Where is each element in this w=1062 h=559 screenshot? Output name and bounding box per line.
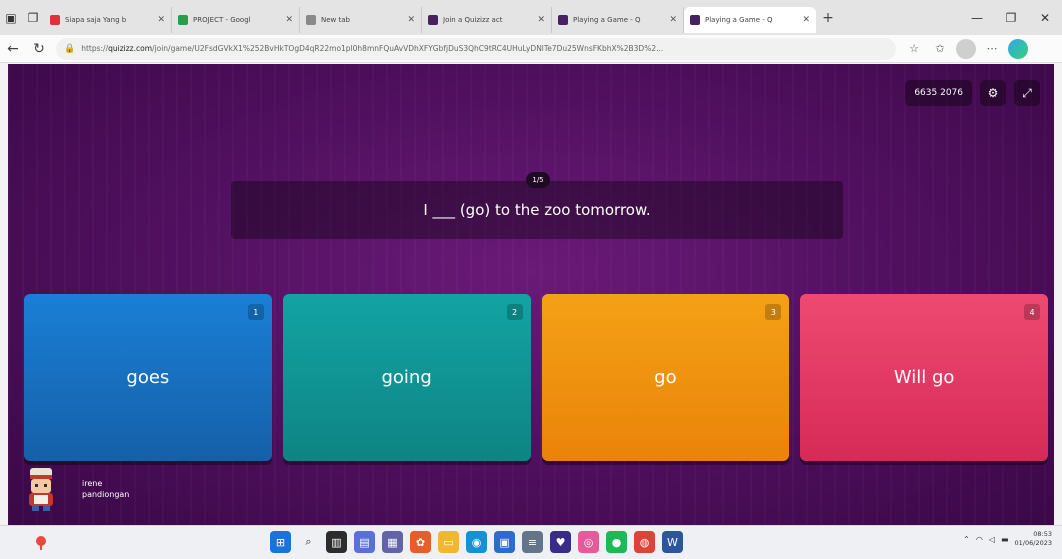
- refresh-icon[interactable]: ↻: [26, 41, 52, 57]
- widgets-icon[interactable]: [30, 532, 52, 554]
- player-last-name: pandiongan: [82, 490, 130, 499]
- answer-option-2[interactable]: 2 going: [282, 294, 531, 461]
- quiz-game-area: 6635 2076 ⚙ ⤢ I ___ (go) to the zoo tomo…: [8, 64, 1054, 525]
- question-box: I ___ (go) to the zoo tomorrow.: [231, 181, 843, 239]
- quizizz-favicon-icon: [428, 14, 438, 25]
- quizizz-favicon-icon: [558, 14, 568, 25]
- answer-number: 1: [247, 304, 264, 320]
- battery-icon[interactable]: ▬: [1001, 535, 1009, 544]
- fullscreen-icon[interactable]: ⤢: [1014, 80, 1040, 106]
- player-first-name: irene: [82, 479, 103, 488]
- photos-icon[interactable]: ✿: [410, 531, 431, 553]
- address-bar: ← ↻ 🔒 https:// quizizz.com /join/game/U2…: [0, 35, 1062, 63]
- clock-time: 08:53: [1033, 530, 1052, 538]
- wifi-icon[interactable]: ◠: [976, 535, 983, 544]
- url-field[interactable]: 🔒 https:// quizizz.com /join/game/U2FsdG…: [56, 37, 896, 60]
- player-avatar: [29, 468, 53, 511]
- profile-icon[interactable]: [956, 38, 976, 59]
- answer-options: 1 goes 2 going 3 go 4 Will go: [24, 294, 1048, 461]
- player-name: irene pandiongan: [82, 478, 129, 500]
- clock[interactable]: 08:53 01/06/2023: [1015, 530, 1052, 548]
- answer-option-3[interactable]: 3 go: [541, 294, 790, 461]
- answer-number: 3: [765, 304, 782, 320]
- game-top-controls: 6635 2076 ⚙ ⤢: [905, 80, 1040, 106]
- star-icon[interactable]: ☆: [904, 39, 924, 59]
- tab-project[interactable]: PROJECT - Googl ✕: [172, 6, 300, 33]
- store-icon[interactable]: ▣: [494, 531, 515, 553]
- tab-youtube[interactable]: Siapa saja Yang b ✕: [44, 6, 172, 33]
- settings-icon[interactable]: ⚙: [980, 80, 1006, 106]
- tab-join-quizizz[interactable]: Join a Quizizz act ✕: [422, 6, 552, 33]
- quizizz-favicon-icon: [690, 14, 700, 25]
- teams-icon[interactable]: ▦: [382, 531, 403, 553]
- volume-icon[interactable]: ◁: [989, 535, 995, 544]
- url-prefix: https://: [81, 44, 109, 53]
- youtube-favicon-icon: [50, 14, 60, 25]
- windows-taskbar: ⊞ ⌕ ▥ ▤ ▦ ✿ ▭ ◉ ▣ ≡ ♥ ◎ ● ◍ W ⌃ ◠ ◁ ▬ 08…: [0, 525, 1062, 559]
- close-tab-icon[interactable]: ✕: [802, 15, 810, 25]
- answer-option-1[interactable]: 1 goes: [24, 294, 272, 461]
- edge-taskbar-icon[interactable]: ◉: [466, 531, 487, 553]
- new-tab-favicon-icon: [306, 14, 316, 25]
- tab-new-tab[interactable]: New tab ✕: [300, 6, 422, 33]
- search-icon[interactable]: ⌕: [298, 531, 319, 553]
- minimize-icon[interactable]: —: [960, 0, 994, 35]
- close-tab-icon[interactable]: ✕: [407, 15, 415, 25]
- windows-start-icon[interactable]: ⊞: [270, 531, 291, 553]
- skype-icon[interactable]: ◎: [578, 531, 599, 553]
- file-explorer-icon[interactable]: ▭: [438, 531, 459, 553]
- url-host: quizizz.com: [108, 44, 153, 53]
- close-tab-icon[interactable]: ✕: [537, 15, 545, 25]
- settings-app-icon[interactable]: ≡: [522, 531, 543, 553]
- browser-tab-strip: ▣ ❐ Siapa saja Yang b ✕ PROJECT - Googl …: [0, 0, 1062, 35]
- answer-text: go: [654, 367, 677, 388]
- player-info: irene pandiongan: [22, 466, 129, 512]
- chevron-up-icon[interactable]: ⌃: [963, 535, 970, 544]
- taskbar-apps: ⊞ ⌕ ▥ ▤ ▦ ✿ ▭ ◉ ▣ ≡ ♥ ◎ ● ◍ W: [270, 531, 683, 553]
- task-view-icon[interactable]: ▥: [326, 531, 347, 553]
- spotify-icon[interactable]: ●: [606, 531, 627, 553]
- lock-icon: 🔒: [64, 43, 76, 54]
- answer-text: going: [381, 367, 432, 388]
- close-tab-icon[interactable]: ✕: [157, 15, 165, 25]
- tab-playing-game[interactable]: Playing a Game - Q ✕: [552, 6, 684, 33]
- word-icon[interactable]: W: [662, 531, 683, 553]
- tab-playing-game-active[interactable]: Playing a Game - Q ✕: [684, 6, 816, 33]
- tab-actions-icon[interactable]: ❐: [22, 7, 44, 29]
- game-app-icon[interactable]: ♥: [550, 531, 571, 553]
- back-icon[interactable]: ←: [0, 41, 26, 57]
- system-tray: ⌃ ◠ ◁ ▬ 08:53 01/06/2023: [963, 530, 1052, 548]
- answer-number: 2: [506, 304, 523, 320]
- restore-icon[interactable]: ❐: [994, 0, 1028, 35]
- url-path: /join/game/U2FsdGVkX1%252BvHkTOgD4qR22mo…: [152, 44, 664, 53]
- game-code-badge: 6635 2076: [905, 80, 972, 106]
- edge-icon[interactable]: [1008, 38, 1028, 59]
- chrome-icon[interactable]: ◍: [634, 531, 655, 553]
- close-tab-icon[interactable]: ✕: [669, 15, 677, 25]
- window-controls: — ❐ ✕: [960, 0, 1062, 35]
- close-window-icon[interactable]: ✕: [1028, 0, 1062, 35]
- question-text: I ___ (go) to the zoo tomorrow.: [423, 201, 651, 219]
- chat-icon[interactable]: ▤: [354, 531, 375, 553]
- drive-favicon-icon: [178, 14, 188, 25]
- more-icon[interactable]: ⋯: [982, 39, 1002, 59]
- answer-number: 4: [1024, 304, 1040, 320]
- answer-text: Will go: [893, 367, 955, 388]
- workspaces-icon[interactable]: ▣: [0, 7, 22, 29]
- answer-option-4[interactable]: 4 Will go: [800, 294, 1048, 461]
- new-tab-button[interactable]: +: [816, 10, 840, 26]
- collections-icon[interactable]: ✩: [930, 39, 950, 59]
- close-tab-icon[interactable]: ✕: [285, 15, 293, 25]
- answer-text: goes: [126, 367, 170, 388]
- clock-date: 01/06/2023: [1014, 539, 1052, 547]
- question-counter: 1/5: [526, 172, 550, 188]
